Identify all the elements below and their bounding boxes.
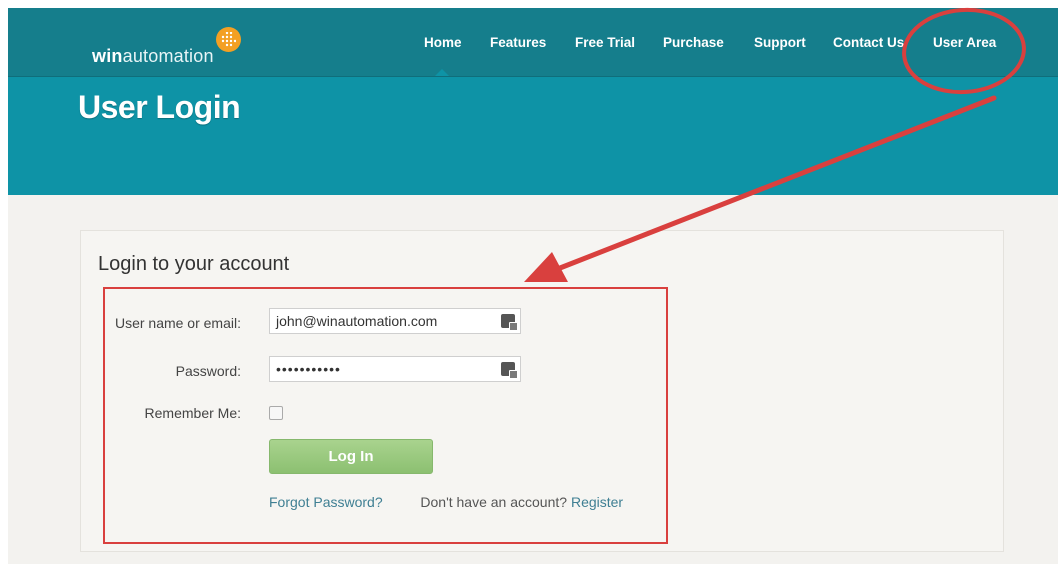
nav-contact-us[interactable]: Contact Us bbox=[833, 35, 904, 50]
logo-text-rest: automation bbox=[122, 46, 214, 66]
login-card: Login to your account User name or email… bbox=[80, 230, 1004, 552]
nav-support[interactable]: Support bbox=[754, 35, 806, 50]
active-nav-indicator bbox=[435, 69, 449, 76]
password-manager-key-icon[interactable] bbox=[501, 314, 518, 331]
nav-free-trial[interactable]: Free Trial bbox=[575, 35, 635, 50]
login-footer-links: Forgot Password? Don't have an account? … bbox=[269, 494, 623, 510]
remember-me-checkbox[interactable] bbox=[269, 406, 283, 420]
password-field[interactable]: ••••••••••• bbox=[269, 356, 521, 382]
nav-user-area[interactable]: User Area bbox=[933, 35, 996, 50]
nav-features[interactable]: Features bbox=[490, 35, 546, 50]
login-form: User name or email: john@winautomation.c… bbox=[103, 287, 668, 544]
username-value: john@winautomation.com bbox=[276, 313, 438, 329]
top-navigation-bar: winautomation Home Features Free Trial P… bbox=[8, 8, 1058, 77]
forgot-password-link[interactable]: Forgot Password? bbox=[269, 494, 383, 510]
password-label: Password: bbox=[175, 363, 241, 379]
login-heading: Login to your account bbox=[98, 253, 290, 275]
register-link[interactable]: Register bbox=[571, 494, 623, 510]
logo[interactable]: winautomation bbox=[92, 46, 214, 67]
nav-home[interactable]: Home bbox=[424, 35, 462, 50]
logo-text-bold: win bbox=[92, 46, 123, 66]
browser-viewport: winautomation Home Features Free Trial P… bbox=[8, 8, 1058, 564]
log-in-button[interactable]: Log In bbox=[269, 439, 433, 474]
dot-grid-icon bbox=[216, 27, 241, 52]
nav-purchase[interactable]: Purchase bbox=[663, 35, 724, 50]
no-account-text: Don't have an account? bbox=[420, 494, 568, 510]
username-label: User name or email: bbox=[114, 315, 241, 331]
password-value: ••••••••••• bbox=[276, 361, 341, 377]
page-title: User Login bbox=[78, 89, 241, 125]
username-field[interactable]: john@winautomation.com bbox=[269, 308, 521, 334]
password-manager-key-icon[interactable] bbox=[501, 362, 518, 379]
remember-me-label: Remember Me: bbox=[144, 405, 241, 421]
